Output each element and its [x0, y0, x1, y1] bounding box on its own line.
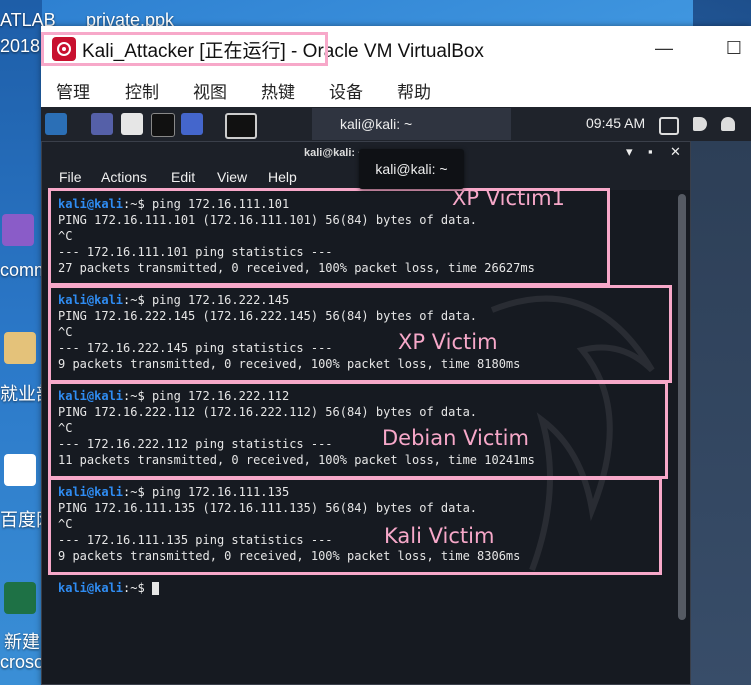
annotation-xp-victim: XP Victim — [398, 330, 498, 354]
desktop-label-new: 新建 — [4, 632, 40, 652]
desktop-label-croso: croso — [0, 652, 45, 672]
highlight-box-debian-victim — [48, 381, 668, 479]
virtualbox-menubar: 管理 控制 视图 热键 设备 帮助 — [41, 72, 751, 106]
taskbar-terminal-label: kali@kali: ~ — [340, 116, 413, 132]
excel-icon[interactable] — [4, 582, 36, 614]
menu-help[interactable]: 帮助 — [397, 78, 431, 103]
terminal-menu-help[interactable]: Help — [268, 169, 297, 185]
browser-icon[interactable] — [181, 113, 203, 135]
notification-bell-icon[interactable] — [721, 117, 735, 131]
maximize-button[interactable]: ☐ — [723, 38, 745, 59]
annotation-debian-victim: Debian Victim — [382, 426, 529, 450]
kali-menu-icon[interactable] — [45, 113, 67, 135]
terminal-menu-edit[interactable]: Edit — [171, 169, 195, 185]
terminal-current-prompt[interactable]: kali@kali:~$ — [58, 580, 159, 596]
menu-manage[interactable]: 管理 — [56, 78, 90, 103]
panel-clock[interactable]: 09:45 AM — [586, 115, 645, 131]
prompt-path: :~$ — [123, 581, 152, 595]
terminal-output[interactable]: kali@kali:~$ ping 172.16.111.101 PING 17… — [42, 186, 676, 684]
visual-studio-icon[interactable] — [2, 214, 34, 246]
menu-view[interactable]: 视图 — [193, 78, 227, 103]
annotation-kali-victim: Kali Victim — [384, 524, 495, 548]
terminal-maximize-icon[interactable]: ▪ — [648, 144, 653, 159]
folder-icon[interactable] — [4, 332, 36, 364]
menu-devices[interactable]: 设备 — [329, 78, 363, 103]
terminal-launcher-icon[interactable] — [151, 113, 175, 137]
virtualbox-titlebar[interactable]: Kali_Attacker [正在运行] - Oracle VM Virtual… — [41, 26, 751, 72]
prompt-user: kali@kali — [58, 581, 124, 595]
terminal-close-icon[interactable]: ✕ — [670, 144, 681, 160]
kali-desktop-background — [691, 141, 751, 685]
terminal-window[interactable]: kali@kali: ~ ▾ ▪ ✕ kali@kali: ~ File Act… — [41, 141, 691, 685]
show-desktop-icon[interactable] — [91, 113, 113, 135]
terminal-title: kali@kali: ~ — [304, 147, 365, 159]
terminal-tooltip: kali@kali: ~ — [359, 149, 464, 189]
baidu-netdisk-icon[interactable] — [4, 454, 36, 486]
vm-display[interactable]: kali@kali: ~ 09:45 AM kali@kali: ~ ▾ ▪ ✕… — [41, 107, 751, 685]
terminal-menu-actions[interactable]: Actions — [101, 169, 147, 185]
display-icon[interactable] — [659, 117, 679, 135]
virtualbox-window: Kali_Attacker [正在运行] - Oracle VM Virtual… — [41, 26, 751, 685]
taskbar-terminal-item[interactable]: kali@kali: ~ — [312, 108, 511, 140]
file-manager-icon[interactable] — [121, 113, 143, 135]
highlight-box-xp-victim — [48, 285, 672, 383]
menu-control[interactable]: 控制 — [125, 78, 159, 103]
menu-hotkey[interactable]: 热键 — [261, 78, 295, 103]
kali-top-panel: kali@kali: ~ 09:45 AM — [41, 107, 751, 141]
terminal-scrollbar[interactable] — [678, 194, 686, 620]
workspace-icon[interactable] — [225, 113, 257, 139]
text-cursor — [151, 582, 159, 595]
title-highlight-box — [41, 32, 328, 66]
desktop-label-2018: 2018 — [0, 36, 41, 56]
highlight-box-kali-victim — [48, 477, 662, 575]
terminal-menu-view[interactable]: View — [217, 169, 247, 185]
terminal-menu-file[interactable]: File — [59, 169, 82, 185]
volume-icon[interactable] — [693, 117, 707, 131]
annotation-xp-victim1: XP Victim1 — [452, 186, 565, 210]
minimize-button[interactable]: — — [653, 38, 675, 59]
terminal-minimize-icon[interactable]: ▾ — [626, 144, 633, 160]
